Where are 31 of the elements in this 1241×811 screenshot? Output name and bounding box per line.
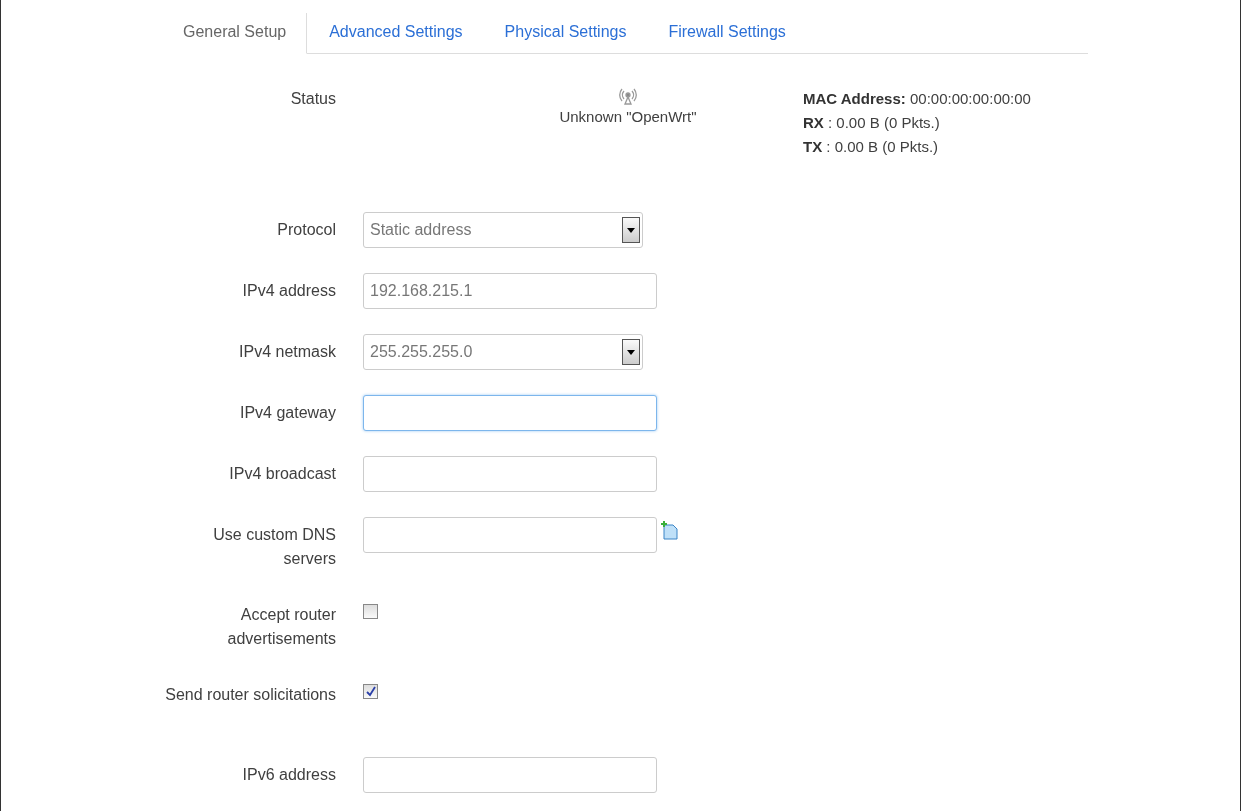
- input-field[interactable]: [363, 456, 657, 492]
- input-field[interactable]: [363, 395, 657, 431]
- add-icon[interactable]: [659, 521, 679, 541]
- tab[interactable]: Advanced Settings: [307, 13, 483, 54]
- dropdown[interactable]: 255.255.255.0: [363, 334, 643, 370]
- tab[interactable]: Firewall Settings: [646, 13, 806, 54]
- antenna-icon: [619, 87, 637, 105]
- tab[interactable]: Physical Settings: [482, 13, 647, 54]
- caret-icon: [622, 339, 640, 365]
- input-field[interactable]: [363, 757, 657, 793]
- field-label: IPv4 address: [241, 281, 336, 301]
- field-label: Protocol: [276, 220, 336, 240]
- field-label: Send router solicitations: [164, 685, 336, 705]
- field-label: Use custom DNS servers: [212, 525, 336, 569]
- device-status: Unknown "OpenWrt": [559, 108, 697, 125]
- field-label: IPv6 address: [241, 765, 336, 785]
- tab[interactable]: General Setup: [161, 13, 308, 54]
- input-field[interactable]: [363, 517, 657, 553]
- field-label: Accept router advertisements: [226, 605, 336, 649]
- interface-detail: RX : 0.00 B (0 Pkts.): [803, 113, 941, 133]
- caret-icon: [622, 217, 640, 243]
- input-field[interactable]: 192.168.215.1: [363, 273, 657, 309]
- interface-detail: MAC Address: 00:00:00:00:00:00: [803, 89, 1031, 109]
- checkbox[interactable]: [363, 684, 378, 699]
- dropdown[interactable]: Static address: [363, 212, 643, 248]
- field-label: IPv4 gateway: [238, 403, 336, 423]
- checkbox[interactable]: [363, 604, 378, 619]
- field-label: IPv4 netmask: [238, 342, 336, 362]
- field-label: Status: [289, 89, 336, 109]
- field-label: IPv4 broadcast: [228, 464, 336, 484]
- interface-detail: TX : 0.00 B (0 Pkts.): [803, 137, 940, 157]
